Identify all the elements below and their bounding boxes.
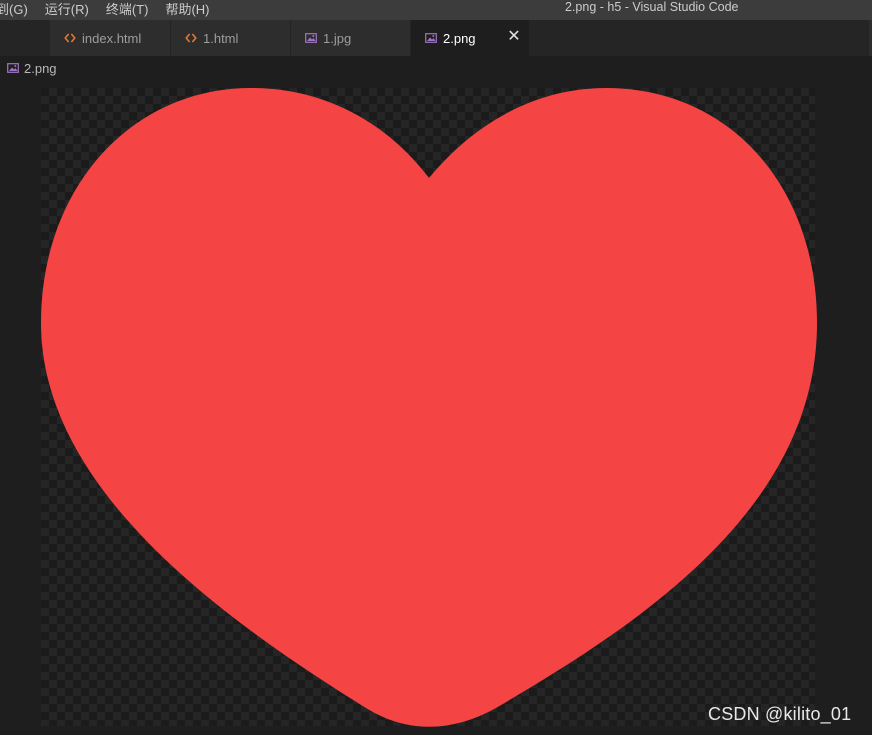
html-code-icon [185,32,197,44]
tab-label: 1.html [203,30,239,46]
editor-tab-bar: index.html 1.html 1.jpg 2.png ✕ [0,20,872,56]
csdn-watermark: CSDN @kilito_01 [708,704,852,724]
tab-label: index.html [82,30,142,46]
vscode-window: 到(G) 运行(R) 终端(T) 帮助(H) 2.png - h5 - Visu… [0,0,872,735]
tab-1-jpg[interactable]: 1.jpg [291,20,411,56]
heart-shape [41,88,817,727]
tab-label: 2.png [443,30,476,46]
image-file-icon [7,62,19,74]
close-icon[interactable]: ✕ [507,29,521,45]
menu-item-goto[interactable]: 到(G) [0,3,28,17]
tab-label: 1.jpg [323,30,352,46]
tab-1-html[interactable]: 1.html [171,20,291,56]
tab-index-html[interactable]: index.html [50,20,171,56]
image-file-icon [305,32,317,44]
title-bar: 到(G) 运行(R) 终端(T) 帮助(H) 2.png - h5 - Visu… [0,0,872,20]
image-file-icon [425,32,437,44]
window-title: 2.png - h5 - Visual Studio Code [565,0,739,14]
menu-bar: 到(G) 运行(R) 终端(T) 帮助(H) [0,0,226,20]
breadcrumb-item-file[interactable]: 2.png [24,61,57,76]
heart-image [41,88,817,727]
menu-item-terminal[interactable]: 终端(T) [106,3,149,17]
menu-item-help[interactable]: 帮助(H) [165,3,209,17]
tab-bar-spacer [0,20,50,56]
html-code-icon [64,32,76,44]
breadcrumb: 2.png [0,56,872,80]
menu-item-run[interactable]: 运行(R) [45,3,89,17]
tab-2-png[interactable]: 2.png ✕ [411,20,530,56]
